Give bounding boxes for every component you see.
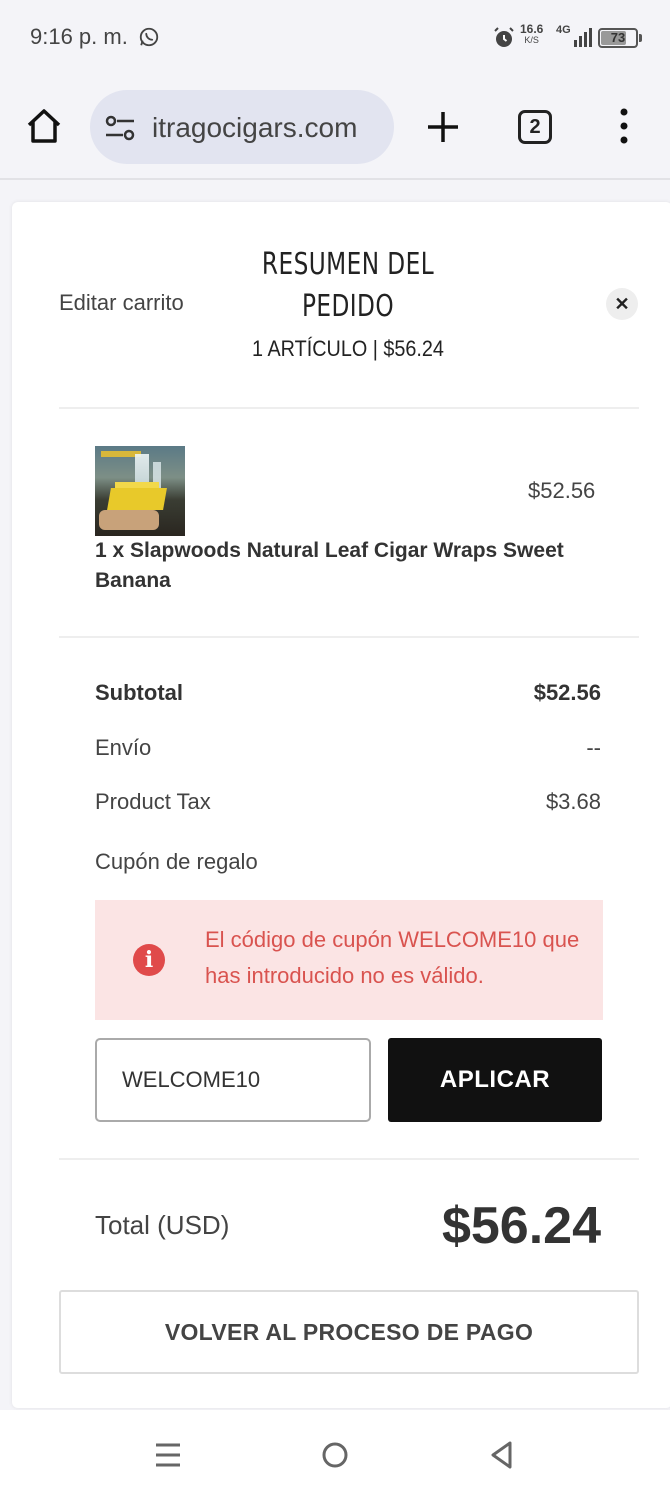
speed-unit: K/S: [524, 35, 539, 45]
home-nav-icon[interactable]: [320, 1440, 350, 1470]
divider: [59, 1158, 639, 1160]
more-menu-icon[interactable]: [614, 106, 634, 146]
battery-level: 73: [610, 30, 626, 45]
whatsapp-icon: [139, 27, 159, 47]
divider: [59, 407, 639, 409]
divider: [59, 636, 639, 638]
coupon-error-alert: i El código de cupón WELCOME10 que has i…: [95, 900, 603, 1020]
system-nav-bar: [0, 1410, 670, 1500]
recent-apps-icon[interactable]: [154, 1442, 182, 1468]
subtotal-value: $52.56: [533, 680, 601, 705]
signal-icon: [574, 28, 592, 47]
edit-cart-link[interactable]: Editar carrito: [59, 290, 184, 316]
order-summary-panel: Editar carrito RESUMEN DEL PEDIDO 1 ARTÍ…: [12, 202, 670, 1408]
product-name: 1 x Slapwoods Natural Leaf Cigar Wraps S…: [95, 539, 564, 592]
address-bar[interactable]: itragocigars.com: [90, 90, 394, 164]
alarm-icon: [494, 27, 514, 47]
shipping-value: --: [586, 735, 601, 760]
tab-switcher-button[interactable]: 2: [518, 110, 552, 144]
total-value: $56.24: [441, 1197, 601, 1255]
site-settings-icon[interactable]: [104, 114, 136, 142]
return-to-checkout-button[interactable]: VOLVER AL PROCESO DE PAGO: [59, 1290, 639, 1374]
new-tab-icon[interactable]: [424, 108, 462, 146]
summary-title: RESUMEN DEL PEDIDO: [261, 247, 435, 324]
summary-item-count: 1 ARTÍCULO | $56.24: [252, 336, 444, 361]
error-icon: i: [133, 944, 165, 976]
home-icon[interactable]: [24, 106, 64, 146]
url-text[interactable]: itragocigars.com: [152, 112, 357, 144]
status-bar: 9:16 p. m. 16.6 K/S 4G 73: [0, 0, 670, 76]
tax-label: Product Tax: [95, 789, 211, 814]
back-icon[interactable]: [488, 1440, 516, 1470]
total-label: Total (USD): [95, 1210, 230, 1240]
coupon-input[interactable]: WELCOME10: [95, 1038, 371, 1122]
tax-value: $3.68: [545, 789, 601, 814]
subtotal-label: Subtotal: [95, 680, 183, 705]
product-image: [95, 446, 185, 536]
product-price: $52.56: [528, 478, 596, 503]
coupon-label: Cupón de regalo: [95, 849, 258, 874]
coupon-error-message: El código de cupón WELCOME10 que has int…: [205, 927, 580, 988]
status-time: 9:16 p. m.: [30, 24, 128, 49]
network-speed: 16.6 K/S: [520, 22, 544, 46]
close-button[interactable]: ✕: [606, 288, 638, 320]
network-type: 4G: [556, 24, 571, 36]
battery-icon: 73: [598, 28, 638, 48]
shipping-label: Envío: [95, 735, 152, 760]
apply-coupon-button[interactable]: APLICAR: [388, 1038, 602, 1122]
battery-tip: [639, 34, 642, 42]
browser-toolbar: itragocigars.com 2: [0, 76, 670, 180]
speed-value: 16.6: [520, 22, 544, 36]
